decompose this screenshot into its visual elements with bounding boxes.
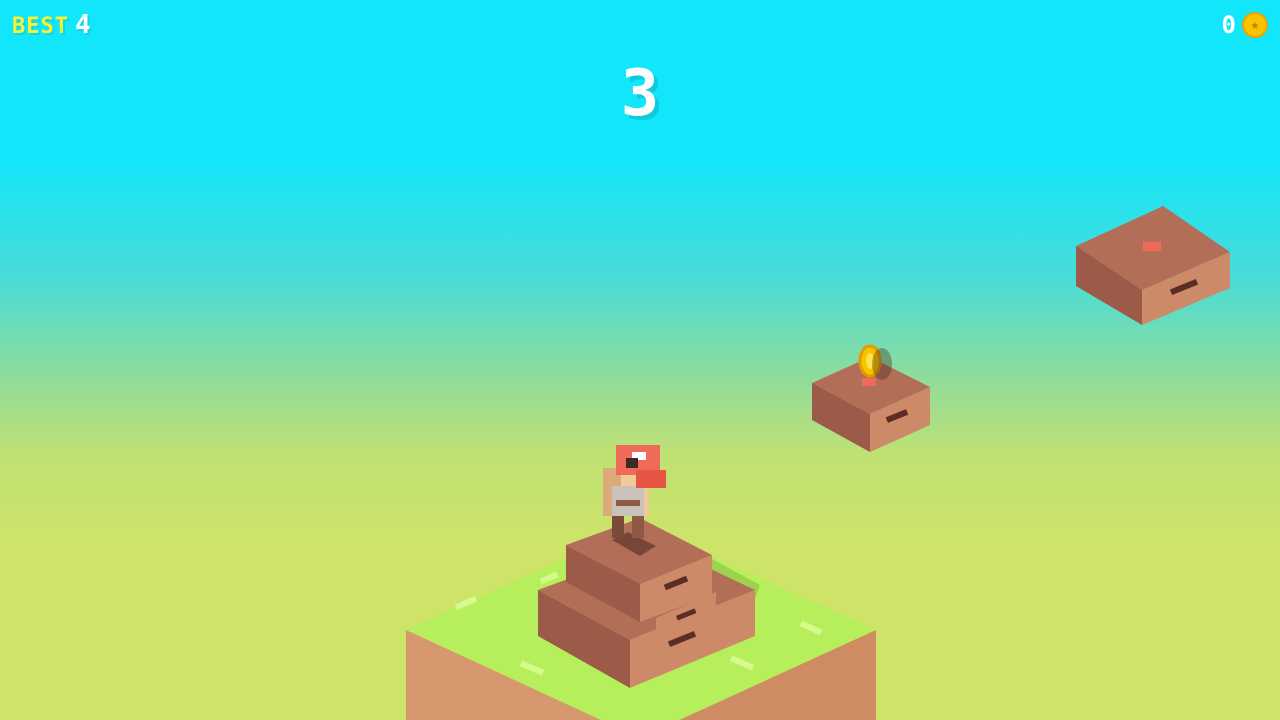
current-score: 3	[620, 57, 660, 131]
coin-star-icon: ★	[1242, 12, 1268, 38]
coin-count: 0	[1221, 11, 1236, 39]
best-label: BEST	[12, 14, 69, 39]
crate-platform-far[interactable]	[1076, 206, 1230, 325]
spinning-coin[interactable]	[858, 344, 892, 380]
best-score: BEST 4	[12, 10, 92, 42]
coin-counter: 0 ★	[1222, 10, 1268, 40]
best-value: 4	[74, 10, 92, 40]
